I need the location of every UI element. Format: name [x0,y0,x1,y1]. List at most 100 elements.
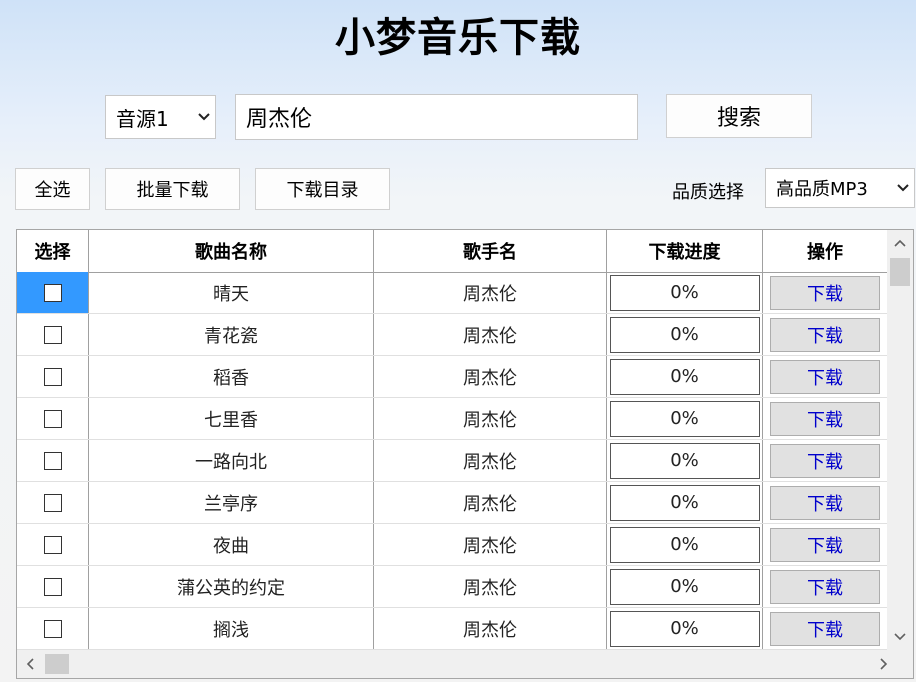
download-button[interactable]: 下载 [770,569,880,604]
download-button[interactable]: 下载 [770,527,880,562]
row-checkbox[interactable] [43,451,62,470]
action-cell: 下载 [763,482,887,523]
progress-box: 0% [609,442,760,479]
progress-cell: 0% [607,482,763,523]
song-table: 选择 歌曲名称 歌手名 下载进度 操作 晴天 周杰伦 0% 下载 青花瓷 周杰伦… [16,229,914,679]
row-checkbox[interactable] [43,409,62,428]
action-cell: 下载 [763,398,887,439]
row-select-cell[interactable] [17,608,89,649]
row-select-cell[interactable] [17,524,89,565]
progress-box: 0% [609,274,760,311]
quality-select-value: 高品质MP3 [776,179,868,200]
chevron-down-icon [892,183,914,193]
artist-name: 周杰伦 [374,272,607,313]
artist-name: 周杰伦 [374,440,607,481]
vertical-scrollbar[interactable] [887,230,913,650]
header-select: 选择 [17,230,89,272]
song-name: 兰亭序 [89,482,374,523]
row-checkbox[interactable] [43,325,62,344]
song-name: 一路向北 [89,440,374,481]
action-cell: 下载 [763,440,887,481]
table-row: 夜曲 周杰伦 0% 下载 [17,524,887,566]
song-name: 搁浅 [89,608,374,649]
artist-name: 周杰伦 [374,356,607,397]
song-name: 夜曲 [89,524,374,565]
artist-name: 周杰伦 [374,608,607,649]
song-name: 稻香 [89,356,374,397]
table-row: 稻香 周杰伦 0% 下载 [17,356,887,398]
download-button[interactable]: 下载 [770,443,880,478]
row-select-cell[interactable] [17,440,89,481]
row-select-cell[interactable] [17,482,89,523]
table-row: 蒲公英的约定 周杰伦 0% 下载 [17,566,887,608]
chevron-down-icon [193,112,215,122]
download-button[interactable]: 下载 [770,317,880,352]
source-select-value: 音源1 [116,106,169,131]
horizontal-scrollbar[interactable] [17,650,913,678]
header-song-name: 歌曲名称 [89,230,374,272]
action-cell: 下载 [763,608,887,649]
table-header: 选择 歌曲名称 歌手名 下载进度 操作 [17,230,887,273]
table-row: 兰亭序 周杰伦 0% 下载 [17,482,887,524]
row-checkbox[interactable] [43,367,62,386]
row-checkbox[interactable] [43,619,62,638]
row-checkbox[interactable] [43,283,62,302]
progress-cell: 0% [607,608,763,649]
vertical-scroll-thumb[interactable] [890,258,910,286]
song-name: 七里香 [89,398,374,439]
row-select-cell[interactable] [17,272,89,313]
source-select[interactable]: 音源1 [105,95,216,139]
progress-box: 0% [609,526,760,563]
action-cell: 下载 [763,272,887,313]
song-name: 晴天 [89,272,374,313]
row-checkbox[interactable] [43,493,62,512]
quality-label: 品质选择 [672,182,744,203]
table-row: 七里香 周杰伦 0% 下载 [17,398,887,440]
row-select-cell[interactable] [17,566,89,607]
horizontal-scroll-thumb[interactable] [45,654,69,674]
search-input[interactable]: 周杰伦 [235,94,638,140]
table-row: 青花瓷 周杰伦 0% 下载 [17,314,887,356]
chevron-down-icon[interactable] [887,624,913,650]
download-button[interactable]: 下载 [770,359,880,394]
row-select-cell[interactable] [17,398,89,439]
progress-cell: 0% [607,272,763,313]
table-row: 一路向北 周杰伦 0% 下载 [17,440,887,482]
download-button[interactable]: 下载 [770,611,880,646]
row-select-cell[interactable] [17,356,89,397]
chevron-up-icon[interactable] [887,230,913,256]
artist-name: 周杰伦 [374,524,607,565]
artist-name: 周杰伦 [374,398,607,439]
table-body: 晴天 周杰伦 0% 下载 青花瓷 周杰伦 0% 下载 稻香 周杰伦 0% 下载 … [17,272,887,650]
row-checkbox[interactable] [43,577,62,596]
download-button[interactable]: 下载 [770,275,880,310]
chevron-left-icon[interactable] [17,650,43,678]
table-row: 晴天 周杰伦 0% 下载 [17,272,887,314]
quality-select[interactable]: 高品质MP3 [765,168,915,208]
progress-box: 0% [609,610,760,647]
action-cell: 下载 [763,524,887,565]
download-button[interactable]: 下载 [770,401,880,436]
progress-cell: 0% [607,398,763,439]
select-all-button[interactable]: 全选 [15,168,90,210]
batch-download-button[interactable]: 批量下载 [105,168,240,210]
search-button[interactable]: 搜索 [666,94,812,138]
download-button[interactable]: 下载 [770,485,880,520]
row-checkbox[interactable] [43,535,62,554]
progress-box: 0% [609,400,760,437]
action-cell: 下载 [763,314,887,355]
progress-box: 0% [609,316,760,353]
artist-name: 周杰伦 [374,314,607,355]
action-cell: 下载 [763,566,887,607]
row-select-cell[interactable] [17,314,89,355]
progress-cell: 0% [607,314,763,355]
action-cell: 下载 [763,356,887,397]
progress-cell: 0% [607,356,763,397]
chevron-right-icon[interactable] [871,650,897,678]
download-directory-button[interactable]: 下载目录 [255,168,390,210]
progress-box: 0% [609,358,760,395]
progress-box: 0% [609,484,760,521]
artist-name: 周杰伦 [374,566,607,607]
song-name: 青花瓷 [89,314,374,355]
header-progress: 下载进度 [607,230,763,272]
